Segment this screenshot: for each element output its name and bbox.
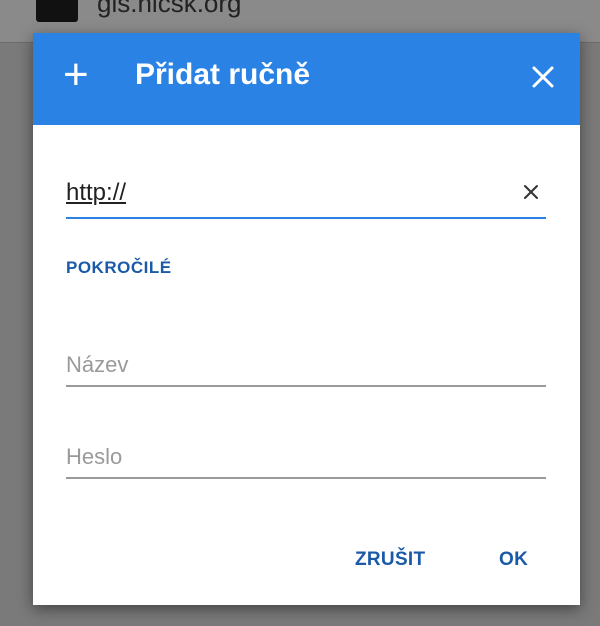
name-input[interactable] [66, 345, 546, 385]
plus-icon: + [63, 50, 89, 99]
background-app-icon [36, 0, 78, 22]
add-manually-dialog: + Přidat ručně POKROČILÉ ZRUŠIT OK [33, 33, 580, 605]
url-field [66, 173, 546, 219]
cancel-button[interactable]: ZRUŠIT [355, 549, 425, 571]
ok-button[interactable]: OK [499, 549, 528, 571]
advanced-toggle[interactable]: POKROČILÉ [66, 258, 172, 278]
name-field [66, 345, 546, 387]
password-input[interactable] [66, 437, 546, 477]
clear-icon[interactable] [518, 179, 544, 205]
dialog-title: Přidat ručně [135, 58, 311, 91]
url-input[interactable] [66, 173, 486, 213]
background-url-text: gis.nicsk.org [97, 0, 242, 18]
close-icon[interactable] [523, 57, 563, 97]
dialog-header: + Přidat ručně [33, 33, 580, 125]
password-field [66, 437, 546, 479]
